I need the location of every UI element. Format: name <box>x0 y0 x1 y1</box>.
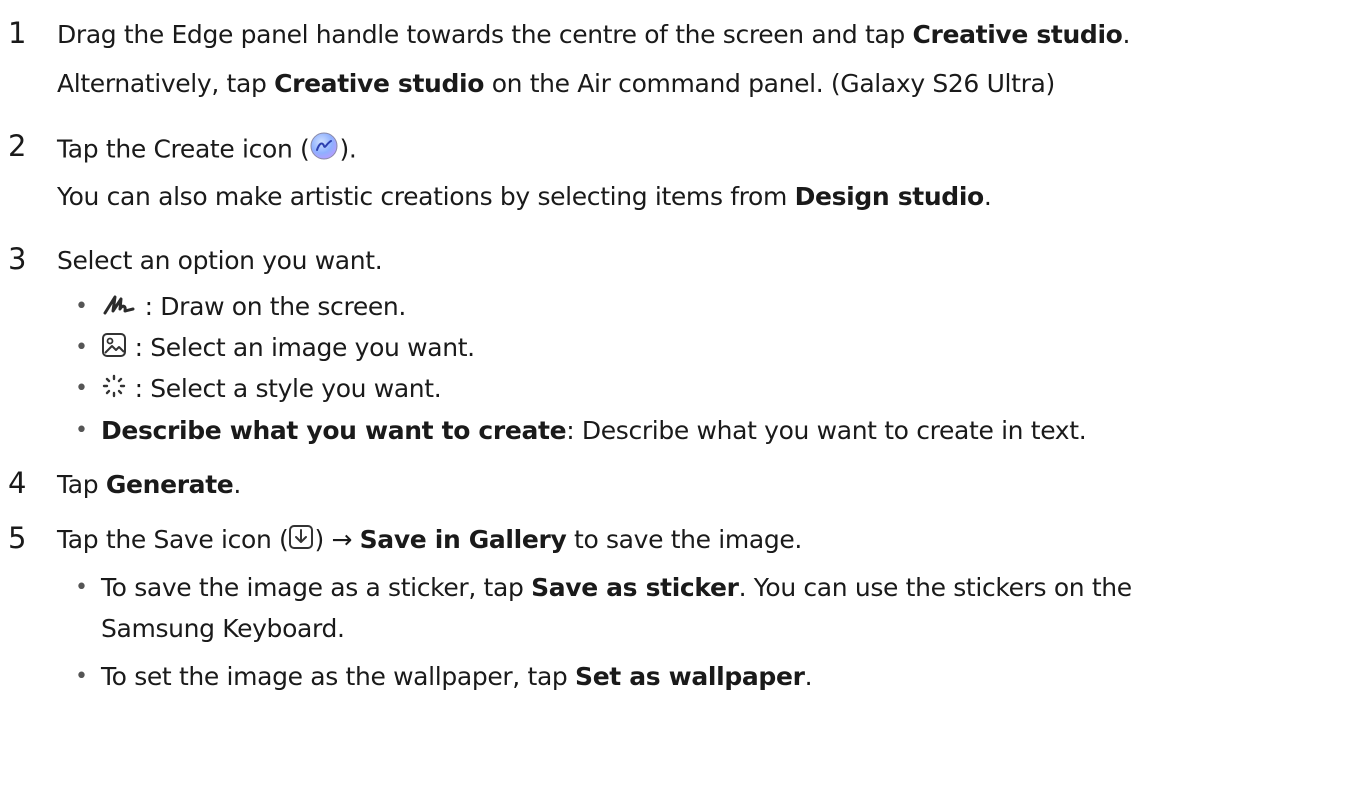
step-1-line-2: Alternatively, tap Creative studio on th… <box>57 69 1055 98</box>
step-1-line-1: Drag the Edge panel handle towards the c… <box>57 20 1131 49</box>
save-as-sticker-label: Save as sticker <box>531 573 739 602</box>
bullet: • <box>75 335 88 360</box>
bullet: • <box>75 418 88 443</box>
create-icon <box>309 131 339 170</box>
step-number-5: 5 <box>8 521 27 555</box>
option-sticker: To save the image as a sticker, tap Save… <box>101 573 1132 602</box>
step-number-3: 3 <box>8 242 27 276</box>
generate-label: Generate <box>105 470 234 499</box>
option-wallpaper: To set the image as the wallpaper, tap S… <box>101 662 813 691</box>
step-number-4: 4 <box>8 466 27 500</box>
step-2-line-1: Tap the Create icon (). <box>57 131 1355 170</box>
image-icon <box>101 332 127 367</box>
step-5-line-1: Tap the Save icon () → Save in Gallery t… <box>57 523 1355 559</box>
option-draw: : Draw on the screen. <box>101 290 1355 326</box>
pen-draw-icon <box>101 291 137 326</box>
bullet: • <box>75 294 88 319</box>
step-number-2: 2 <box>8 129 27 163</box>
step-3-line-1: Select an option you want. <box>57 246 383 275</box>
save-download-icon <box>288 524 314 559</box>
option-describe: Describe what you want to create: Descri… <box>101 416 1087 445</box>
creative-studio-label: Creative studio <box>912 20 1123 49</box>
set-as-wallpaper-label: Set as wallpaper <box>575 662 805 691</box>
bullet: • <box>75 664 88 689</box>
option-image: : Select an image you want. <box>101 331 1355 367</box>
save-in-gallery-label: Save in Gallery <box>359 525 567 554</box>
creative-studio-label-2: Creative studio <box>274 69 485 98</box>
step-4-line-1: Tap Generate. <box>57 470 242 499</box>
design-studio-label: Design studio <box>794 182 985 211</box>
option-sticker-cont: Samsung Keyboard. <box>101 614 345 643</box>
sparkle-style-icon <box>101 373 127 408</box>
option-style: : Select a style you want. <box>101 372 1355 408</box>
bullet: • <box>75 376 88 401</box>
step-2-line-2: You can also make artistic creations by … <box>57 182 992 211</box>
step-number-1: 1 <box>8 16 27 50</box>
bullet: • <box>75 575 88 600</box>
